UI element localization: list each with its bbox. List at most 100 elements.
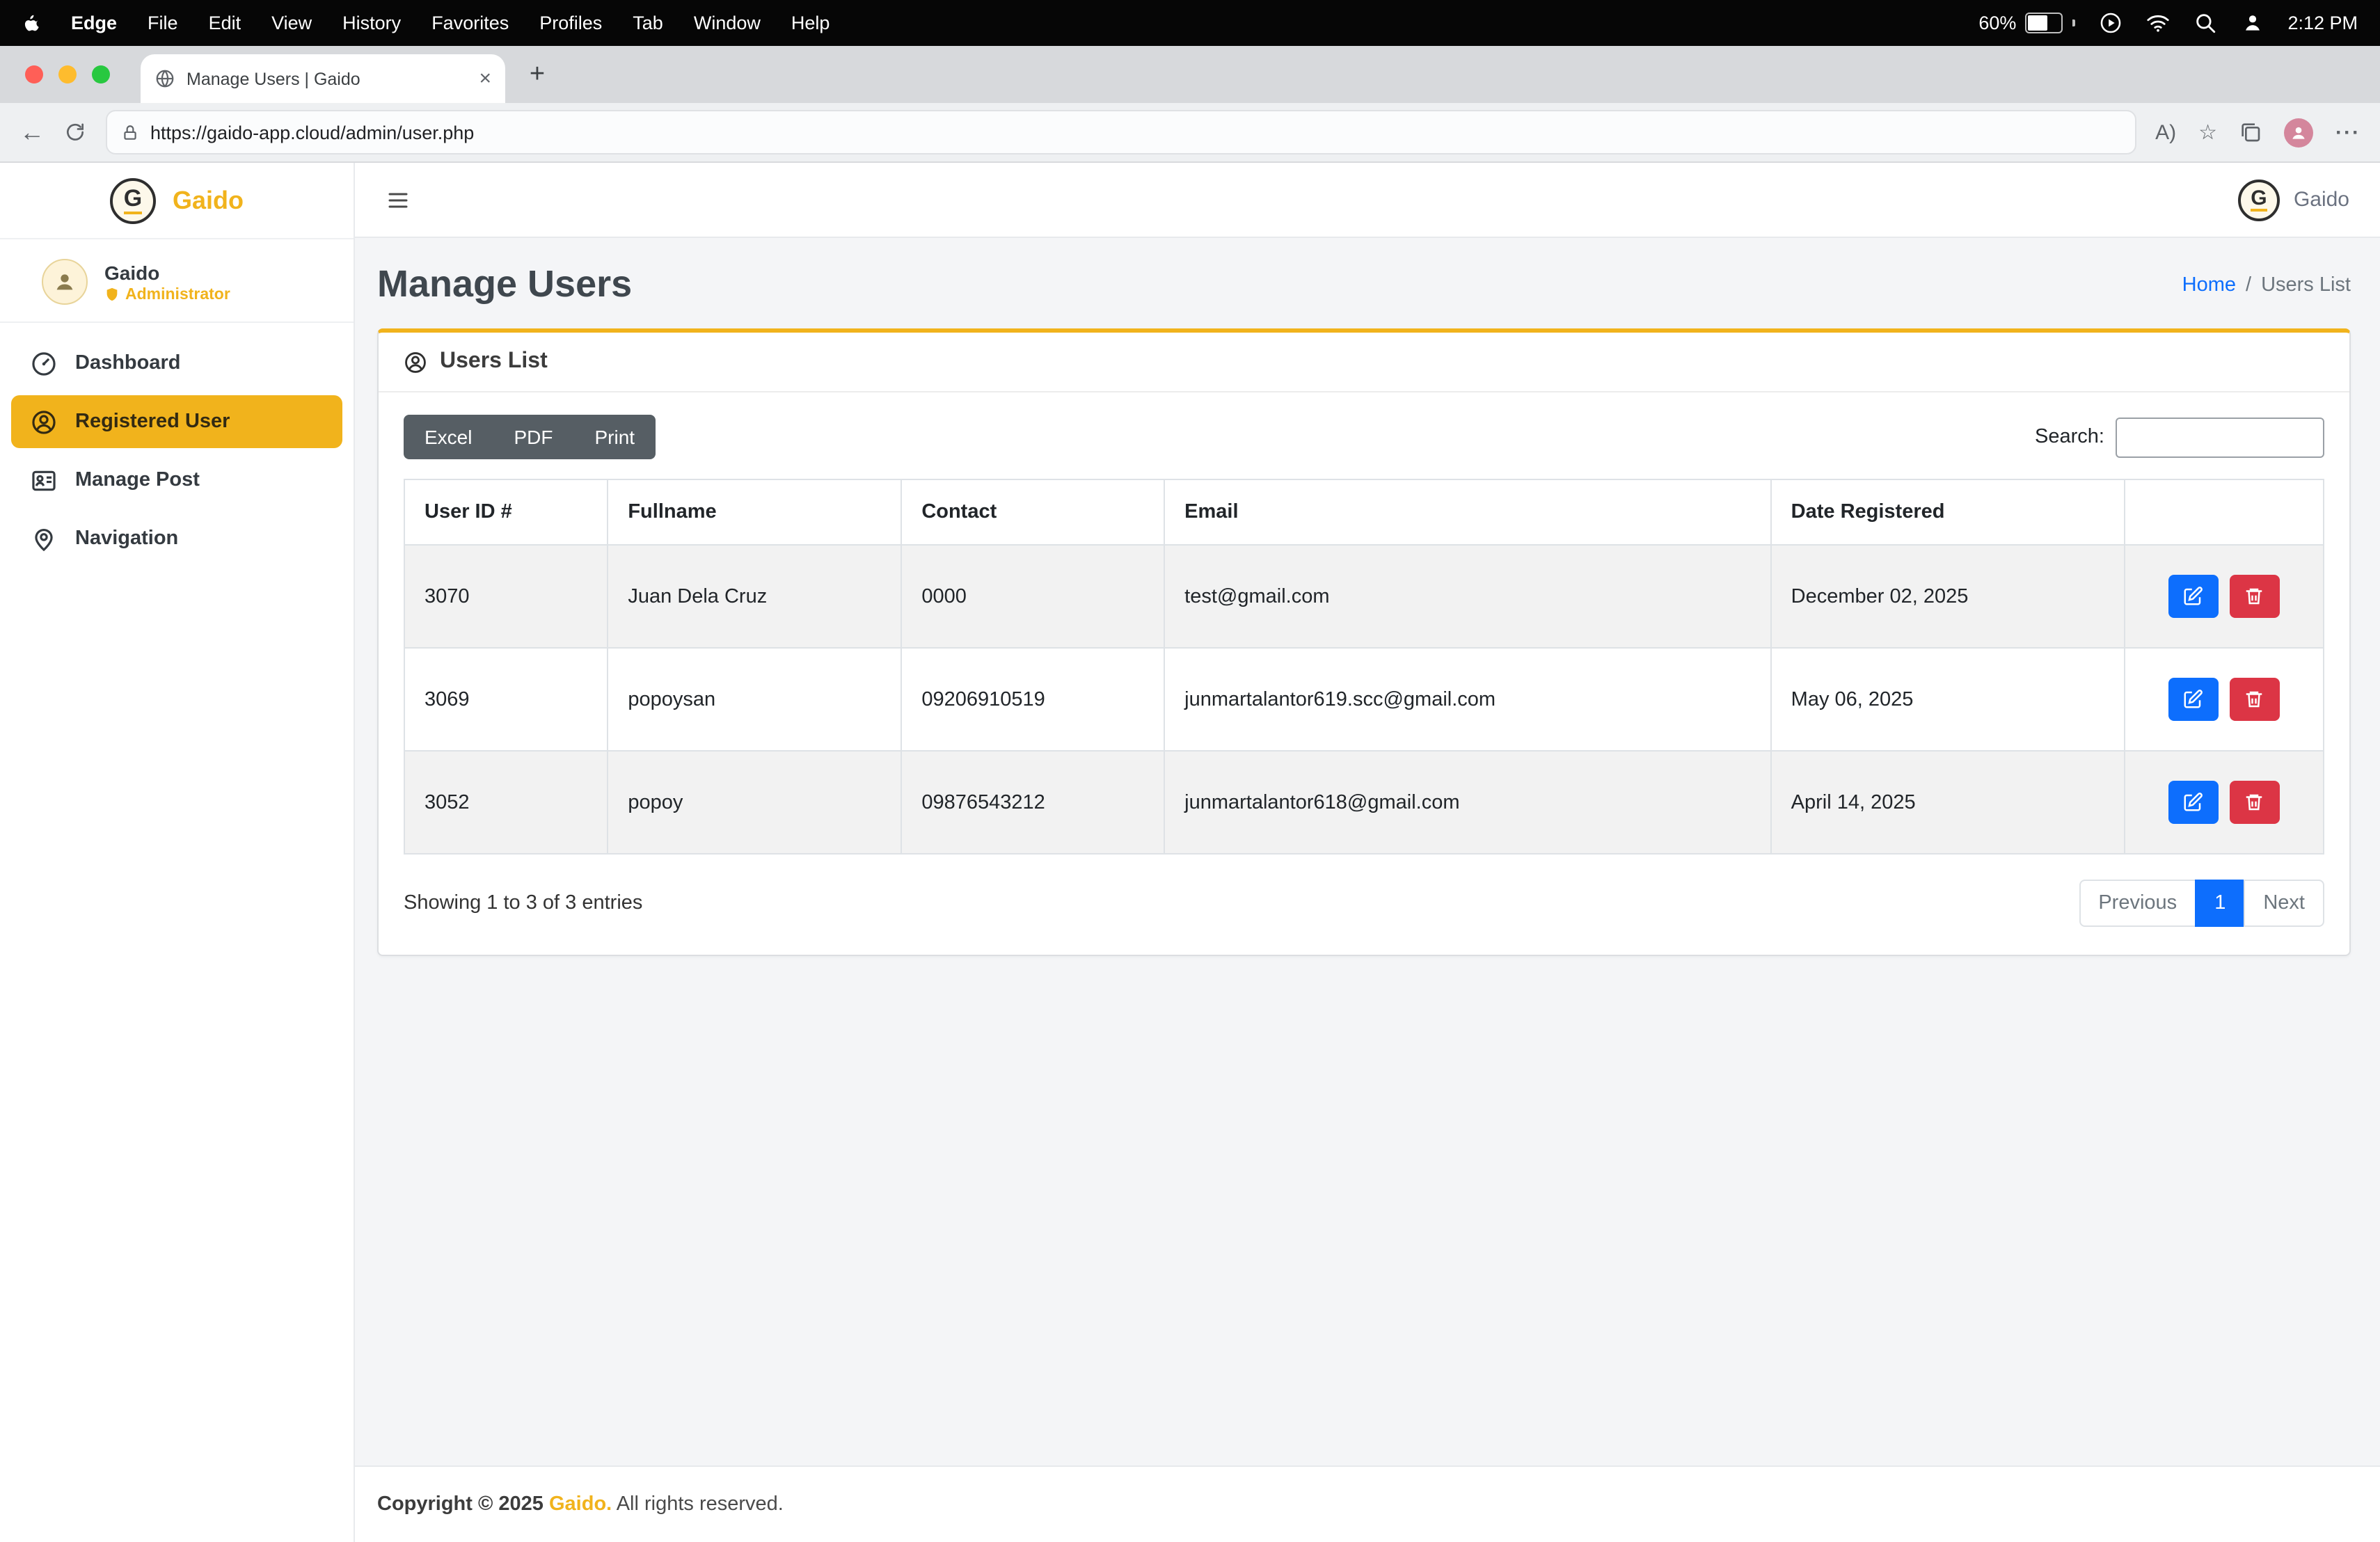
- brand-name: Gaido: [173, 186, 244, 215]
- sidebar-brand[interactable]: G Gaido: [0, 163, 354, 239]
- menu-favorites[interactable]: Favorites: [431, 13, 509, 33]
- user-switch-icon[interactable]: [2240, 11, 2264, 35]
- menu-tab[interactable]: Tab: [633, 13, 663, 33]
- col-header-date[interactable]: Date Registered: [1771, 479, 2124, 545]
- export-button-group: Excel PDF Print: [404, 415, 656, 459]
- delete-user-button[interactable]: [2230, 575, 2280, 618]
- zoom-window-button[interactable]: [92, 65, 110, 84]
- sidebar-item-dashboard[interactable]: Dashboard: [11, 337, 342, 390]
- menu-window[interactable]: Window: [694, 13, 761, 33]
- minimize-window-button[interactable]: [58, 65, 77, 84]
- read-aloud-icon[interactable]: A): [2155, 120, 2176, 144]
- sidebar-user-panel: Gaido Administrator: [0, 239, 354, 323]
- menu-profiles[interactable]: Profiles: [539, 13, 602, 33]
- sidebar-item-navigation[interactable]: Navigation: [11, 512, 342, 565]
- topbar-brand-name: Gaido: [2294, 188, 2349, 212]
- close-tab-icon[interactable]: ×: [479, 68, 491, 89]
- delete-user-button[interactable]: [2230, 678, 2280, 721]
- copyright-text: Copyright © 2025: [377, 1493, 549, 1516]
- users-table: User ID # Fullname Contact Email Date Re…: [404, 479, 2324, 855]
- sidebar-user-role: Administrator: [104, 286, 230, 303]
- wifi-icon[interactable]: [2145, 11, 2169, 35]
- user-avatar: [42, 259, 88, 305]
- page-footer: Copyright © 2025 Gaido. All rights reser…: [355, 1465, 2380, 1542]
- breadcrumb: Home / Users List: [2182, 273, 2351, 296]
- now-playing-icon[interactable]: [2098, 11, 2122, 35]
- favorite-star-icon[interactable]: ☆: [2198, 122, 2217, 143]
- cell-contact: 09206910519: [901, 648, 1164, 751]
- cell-email: junmartalantor619.scc@gmail.com: [1164, 648, 1771, 751]
- sidebar-item-registered-user[interactable]: Registered User: [11, 395, 342, 448]
- battery-icon: [2024, 13, 2062, 33]
- page-body: G Gaido Gaido Administrator Da: [0, 163, 2380, 1542]
- main-area: G Gaido Manage Users Home / Users List: [355, 163, 2380, 1542]
- cell-date: December 02, 2025: [1771, 545, 2124, 648]
- breadcrumb-separator: /: [2246, 273, 2251, 296]
- site-info-icon[interactable]: [121, 123, 139, 141]
- address-bar[interactable]: https://gaido-app.cloud/admin/user.php: [106, 110, 2136, 154]
- browser-profile-avatar[interactable]: [2284, 118, 2313, 147]
- footer-brand: Gaido.: [549, 1493, 612, 1516]
- cell-fullname: popoysan: [608, 648, 901, 751]
- pdf-export-button[interactable]: PDF: [493, 415, 573, 459]
- print-button[interactable]: Print: [573, 415, 656, 459]
- topbar-brand: G Gaido: [2238, 179, 2349, 221]
- cell-user-id: 3052: [404, 751, 608, 854]
- battery-status[interactable]: 60%: [1978, 13, 2074, 33]
- back-button[interactable]: ←: [19, 120, 45, 145]
- pagination-page-1-button[interactable]: 1: [2195, 880, 2245, 927]
- cell-contact: 09876543212: [901, 751, 1164, 854]
- menu-app-name[interactable]: Edge: [71, 13, 117, 33]
- pencil-square-icon: [2183, 792, 2204, 813]
- edit-user-button[interactable]: [2168, 575, 2219, 618]
- apple-menu-icon[interactable]: [22, 12, 40, 34]
- person-circle-icon: [404, 350, 427, 374]
- pencil-square-icon: [2183, 586, 2204, 607]
- new-tab-button[interactable]: +: [516, 54, 558, 95]
- app-topbar: G Gaido: [355, 163, 2380, 238]
- menu-help[interactable]: Help: [791, 13, 830, 33]
- pagination-next-button[interactable]: Next: [2244, 880, 2324, 927]
- map-pin-icon: [31, 525, 57, 552]
- cell-fullname: popoy: [608, 751, 901, 854]
- table-info-text: Showing 1 to 3 of 3 entries: [404, 892, 642, 914]
- battery-percent: 60%: [1978, 13, 2016, 33]
- table-header-row: User ID # Fullname Contact Email Date Re…: [404, 479, 2324, 545]
- collections-icon[interactable]: [2239, 121, 2262, 143]
- menu-history[interactable]: History: [342, 13, 401, 33]
- sidebar-nav: Dashboard Registered User Manage Post Na…: [0, 323, 354, 579]
- window-controls: [25, 46, 110, 103]
- breadcrumb-home-link[interactable]: Home: [2182, 273, 2236, 296]
- menu-view[interactable]: View: [271, 13, 312, 33]
- refresh-button[interactable]: [64, 121, 86, 143]
- cell-fullname: Juan Dela Cruz: [608, 545, 901, 648]
- excel-export-button[interactable]: Excel: [404, 415, 493, 459]
- col-header-fullname[interactable]: Fullname: [608, 479, 901, 545]
- browser-menu-icon[interactable]: ···: [2335, 120, 2361, 144]
- menu-edit[interactable]: Edit: [209, 13, 241, 33]
- delete-user-button[interactable]: [2230, 781, 2280, 824]
- browser-toolbar: ← https://gaido-app.cloud/admin/user.php…: [0, 103, 2380, 163]
- edit-user-button[interactable]: [2168, 781, 2219, 824]
- page-content: Manage Users Home / Users List Users Lis…: [355, 238, 2380, 1465]
- edit-user-button[interactable]: [2168, 678, 2219, 721]
- col-header-contact[interactable]: Contact: [901, 479, 1164, 545]
- close-window-button[interactable]: [25, 65, 43, 84]
- search-input[interactable]: [2116, 417, 2324, 457]
- spotlight-search-icon[interactable]: [2193, 11, 2216, 35]
- menu-file[interactable]: File: [148, 13, 178, 33]
- cell-user-id: 3069: [404, 648, 608, 751]
- pagination: Previous 1 Next: [2079, 880, 2324, 927]
- pagination-previous-button[interactable]: Previous: [2079, 880, 2196, 927]
- col-header-actions: [2124, 479, 2324, 545]
- table-row: 3070 Juan Dela Cruz 0000 test@gmail.com …: [404, 545, 2324, 648]
- menu-clock[interactable]: 2:12 PM: [2287, 13, 2358, 33]
- sidebar-item-manage-post[interactable]: Manage Post: [11, 454, 342, 507]
- browser-tab[interactable]: Manage Users | Gaido ×: [141, 54, 505, 103]
- col-header-user-id[interactable]: User ID #: [404, 479, 608, 545]
- gaido-logo-icon: G: [2238, 179, 2280, 221]
- hamburger-menu-icon[interactable]: [386, 187, 411, 212]
- col-header-email[interactable]: Email: [1164, 479, 1771, 545]
- rights-text: All rights reserved.: [612, 1493, 784, 1516]
- screen: Edge File Edit View History Favorites Pr…: [0, 0, 2380, 1541]
